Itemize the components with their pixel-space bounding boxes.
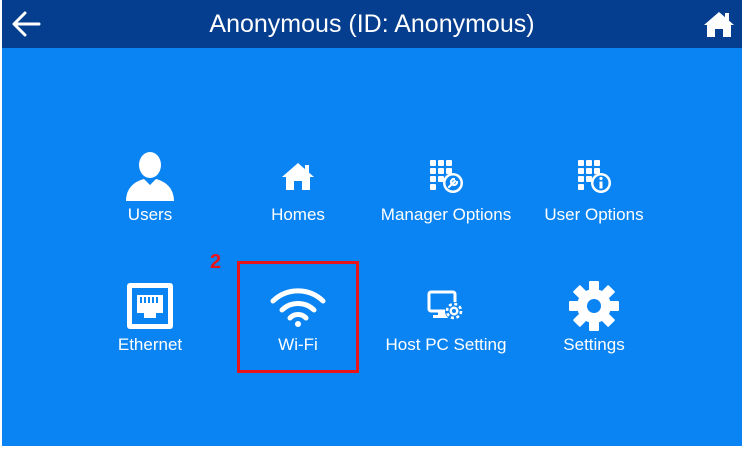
step-number: 2 <box>210 251 222 273</box>
user-icon <box>76 145 224 207</box>
menu-item-manager-options[interactable]: Manager Options <box>372 145 520 255</box>
menu-item-ethernet[interactable]: Ethernet <box>76 275 224 385</box>
arrow-left-icon <box>12 11 41 37</box>
menu-item-label: Homes <box>271 205 325 224</box>
monitor-gear-icon <box>372 275 520 337</box>
top-bar: Anonymous (ID: Anonymous) <box>2 0 742 48</box>
menu-item-label: Ethernet <box>117 335 183 354</box>
menu-item-homes[interactable]: Homes <box>224 145 372 255</box>
gear-icon <box>520 275 668 337</box>
highlight-box <box>237 261 359 373</box>
menu-item-host-pc-setting[interactable]: Host PC Setting <box>372 275 520 385</box>
menu-item-label: Settings <box>563 335 625 354</box>
menu-item-settings[interactable]: Settings <box>520 275 668 385</box>
menu-item-label: Manager Options <box>380 205 512 224</box>
menu-item-user-options[interactable]: User Options <box>520 145 668 255</box>
back-button[interactable] <box>8 6 44 42</box>
home-icon <box>224 145 372 207</box>
home-icon <box>704 12 734 37</box>
ethernet-port-icon <box>76 275 224 337</box>
menu-item-users[interactable]: Users <box>76 145 224 255</box>
page-title: Anonymous (ID: Anonymous) <box>209 10 535 38</box>
home-button[interactable] <box>700 6 738 42</box>
keypad-info-icon <box>520 145 668 207</box>
keypad-wrench-icon <box>372 145 520 207</box>
app-screen: Anonymous (ID: Anonymous) Users Homes Ma… <box>2 0 742 446</box>
menu-item-label: Users <box>127 205 173 224</box>
menu-item-label: User Options <box>544 205 644 224</box>
menu-item-label: Host PC Setting <box>385 335 507 354</box>
